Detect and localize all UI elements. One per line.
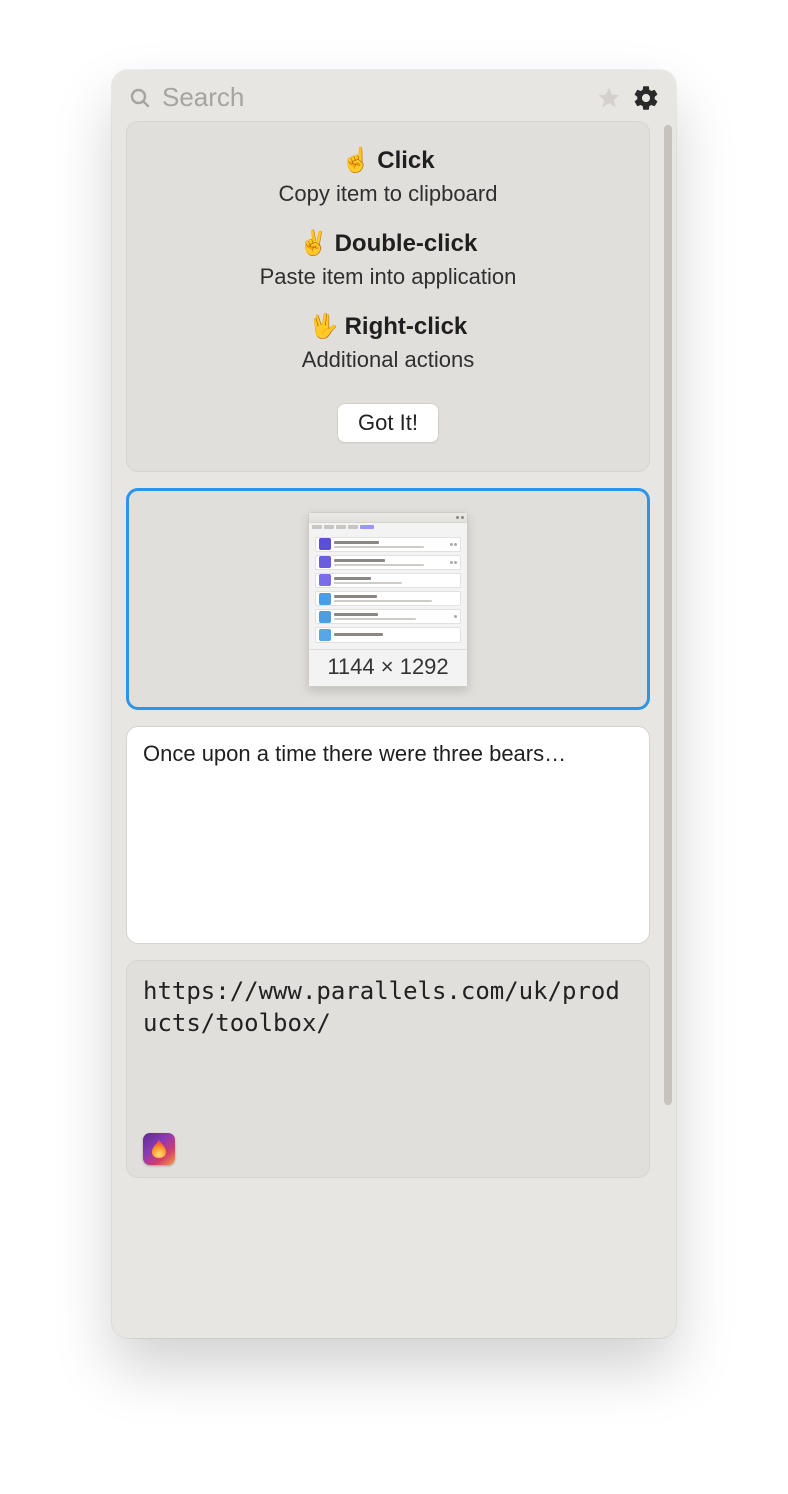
settings-gear-icon[interactable] (632, 84, 660, 112)
image-dimensions-label: 1144 × 1292 (309, 649, 467, 686)
body: ☝️Click Copy item to clipboard ✌️Double-… (112, 121, 676, 1338)
clip-text-content: Once upon a time there were three bears… (143, 741, 633, 767)
search-input[interactable] (162, 82, 586, 113)
clip-item-image[interactable]: 1144 × 1292 (126, 488, 650, 710)
tips-card: ☝️Click Copy item to clipboard ✌️Double-… (126, 121, 650, 472)
thumbnail-tabs (309, 523, 467, 531)
header (112, 70, 676, 121)
got-it-button[interactable]: Got It! (337, 403, 439, 443)
tip-desc: Paste item into application (147, 264, 629, 290)
pointing-up-emoji-icon: ☝️ (341, 147, 371, 174)
favorites-star-icon[interactable] (596, 85, 622, 111)
search-icon (128, 86, 152, 110)
tip-desc: Copy item to clipboard (147, 181, 629, 207)
tip-right-click: 🖖Right-click Additional actions (147, 312, 629, 373)
content-list: ☝️Click Copy item to clipboard ✌️Double-… (126, 121, 666, 1178)
clipboard-window: ☝️Click Copy item to clipboard ✌️Double-… (112, 70, 676, 1338)
tip-title: Click (377, 147, 434, 174)
clip-url-content: https://www.parallels.com/uk/products/to… (143, 975, 633, 1040)
firefox-app-icon (143, 1133, 175, 1165)
tip-title: Right-click (345, 313, 468, 340)
clip-item-text[interactable]: Once upon a time there were three bears… (126, 726, 650, 944)
tip-desc: Additional actions (147, 347, 629, 373)
scrollbar[interactable] (664, 125, 672, 1105)
thumbnail-toolbar (309, 513, 467, 523)
victory-hand-emoji-icon: ✌️ (299, 230, 329, 257)
vulcan-salute-emoji-icon: 🖖 (309, 313, 339, 340)
tip-title: Double-click (335, 230, 478, 257)
image-thumbnail: 1144 × 1292 (308, 512, 468, 687)
clip-item-url[interactable]: https://www.parallels.com/uk/products/to… (126, 960, 650, 1178)
tip-double-click: ✌️Double-click Paste item into applicati… (147, 229, 629, 290)
tip-click: ☝️Click Copy item to clipboard (147, 146, 629, 207)
